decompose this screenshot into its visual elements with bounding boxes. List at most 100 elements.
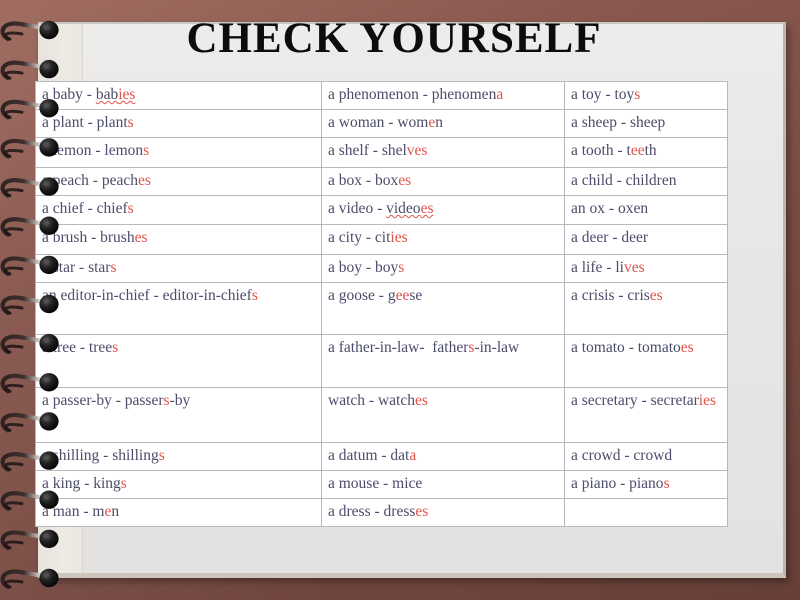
separator: - — [617, 114, 630, 131]
plural-word: mice — [392, 475, 422, 492]
singular-word: a piano — [571, 475, 617, 492]
plural-ending: a — [409, 447, 417, 464]
plural-word: lemons — [104, 142, 149, 159]
plural-stem: chief — [96, 200, 128, 217]
plural-ending: s — [110, 259, 117, 276]
word-pair-cell: a video - videoes — [321, 195, 565, 225]
plural-ending: s — [663, 475, 670, 492]
plural-word: shillings — [112, 447, 165, 464]
word-pair-cell: watch - watches — [321, 387, 565, 443]
table-row: a lemon - lemons a shelf - shelves a tooth… — [35, 137, 728, 168]
plural-tail: n — [435, 114, 443, 131]
singular-word: an ox — [571, 200, 606, 217]
word-pair-cell: a deer - deer — [564, 224, 728, 255]
plural-ending: ves — [623, 259, 645, 276]
plural-word: stars — [88, 259, 116, 276]
separator: - — [384, 114, 398, 131]
singular-word: a baby — [42, 86, 83, 103]
empty-cell — [564, 498, 728, 527]
word-pair-cell: a woman - women — [321, 109, 565, 138]
word-pair-cell: a mouse - mice — [321, 470, 565, 499]
singular-word: a passer-by — [42, 392, 112, 409]
singular-word: an editor-in-chief — [42, 287, 150, 304]
word-pair-cell: a crowd - crowd — [564, 442, 728, 471]
plural-ending: s — [143, 142, 150, 159]
slide-background: CHECK YOURSELF a baby - babies a phenomen… — [0, 0, 800, 600]
word-pair-cell: a shilling - shillings — [35, 442, 322, 471]
word-pair-cell: a phenomenon - phenomena — [321, 81, 565, 110]
plural-stem: plant — [96, 114, 128, 131]
word-pair-cell: a city - cities — [321, 224, 565, 255]
singular-word: a life — [571, 259, 603, 276]
singular-word: a mouse — [328, 475, 380, 492]
plural-stem: mice — [392, 475, 423, 492]
separator: - — [637, 392, 651, 409]
plural-word: kings — [93, 475, 127, 492]
plural-ending: es — [137, 172, 151, 189]
plural-stem: secretar — [650, 392, 699, 409]
separator: - — [616, 475, 630, 492]
plural-stem: tree — [88, 339, 113, 356]
plural-word: lives — [615, 259, 644, 276]
singular-word: a sheep — [571, 114, 618, 131]
plural-ending: s — [112, 339, 119, 356]
plural-stem: children — [625, 172, 677, 189]
separator: - — [79, 503, 93, 520]
table-row: a chief - chiefs a video - videoes an ox -… — [35, 195, 728, 225]
plural-word: toys — [614, 86, 640, 103]
table-row: a tree - trees a father-in-law- fathers-i… — [35, 334, 728, 388]
separator: - — [612, 172, 626, 189]
table-row: a baby - babies a phenomenon - phenomena a… — [35, 81, 728, 110]
plural-word: tomatoes — [638, 339, 694, 356]
table-row: a brush - brushes a city - cities a deer -… — [35, 224, 728, 255]
plural-ending: es — [649, 287, 663, 304]
plural-word: sheep — [630, 114, 665, 131]
plural-word: teeth — [627, 142, 657, 159]
plural-stem: boy — [374, 259, 399, 276]
separator: - — [373, 200, 387, 217]
plural-stem: oxen — [617, 200, 649, 217]
plural-ending: es — [398, 172, 412, 189]
word-pair-cell: a man - men — [35, 498, 322, 527]
plural-stem: video — [386, 200, 421, 217]
plural-stem: sheep — [629, 114, 666, 131]
table-row: a plant - plants a woman - women a sheep -… — [35, 109, 728, 138]
plural-word: peaches — [102, 172, 151, 189]
singular-word: a tooth — [571, 142, 614, 159]
word-pair-cell: a life - lives — [564, 254, 728, 283]
singular-word: a woman — [328, 114, 385, 131]
singular-word: a secretary — [571, 392, 638, 409]
word-pair-cell: a shelf - shelves — [321, 137, 565, 168]
plural-word: data — [390, 447, 416, 464]
separator: - — [374, 287, 388, 304]
plural-stem: passer — [124, 392, 164, 409]
word-pair-cell: an ox - oxen — [564, 195, 728, 225]
singular-word: a child — [571, 172, 613, 189]
word-pair-cell: a boy - boys — [321, 254, 565, 283]
plural-stem: father — [432, 339, 469, 356]
plural-tail: -by — [169, 392, 191, 409]
word-pair-cell: a brush - brushes — [35, 224, 322, 255]
plural-stem: piano — [629, 475, 664, 492]
plural-stem: deer — [621, 229, 649, 246]
separator: - — [362, 229, 375, 246]
separator: - — [83, 114, 97, 131]
word-pair-cell: a plant - plants — [35, 109, 322, 138]
separator: - — [149, 287, 163, 304]
plural-ending: ee — [630, 142, 645, 159]
separator: - — [87, 229, 101, 246]
word-pair-cell: a tomato - tomatoes — [564, 334, 728, 388]
plural-word: dresses — [384, 503, 429, 520]
separator: - — [379, 475, 393, 492]
word-pair-cell: an editor-in-chief - editor-in-chiefs — [35, 282, 322, 335]
word-pair-cell: a tree - trees — [35, 334, 322, 388]
plural-stem: crowd — [633, 447, 673, 464]
plural-word: plants — [97, 114, 134, 131]
plural-ending: s — [634, 86, 641, 103]
separator: - — [75, 339, 89, 356]
plural-word: videoes — [386, 200, 433, 217]
separator: - — [624, 339, 638, 356]
plural-word: babies — [96, 86, 136, 103]
singular-word: a goose — [328, 287, 375, 304]
word-pair-cell: a datum - data — [321, 442, 565, 471]
